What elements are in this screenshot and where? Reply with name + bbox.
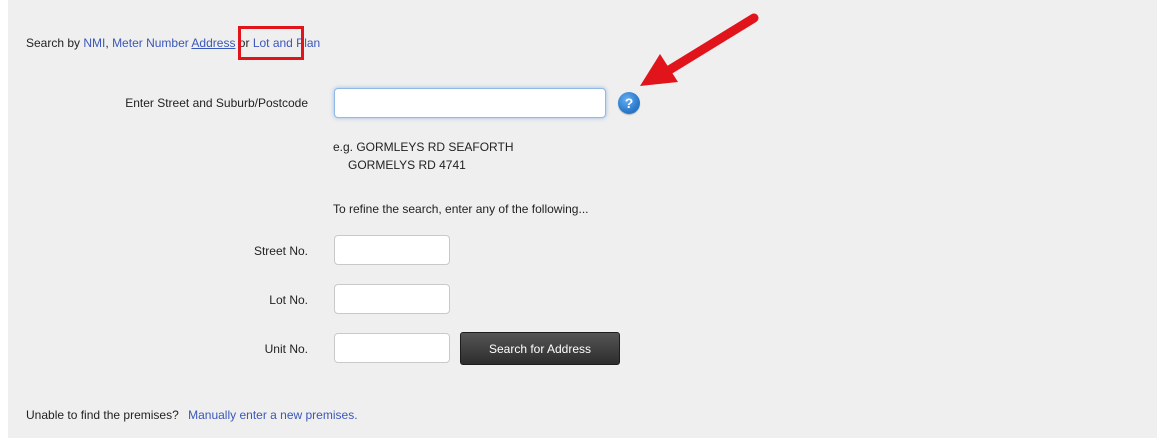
search-by-prefix: Search by <box>26 36 81 50</box>
annotation-arrow <box>640 13 759 86</box>
help-icon[interactable]: ? <box>618 92 640 114</box>
street-no-label: Street No. <box>253 244 308 258</box>
lot-no-label: Lot No. <box>269 293 308 307</box>
street-suburb-label: Enter Street and Suburb/Postcode <box>125 96 308 110</box>
example-text: e.g. GORMLEYS RD SEAFORTH GORMELYS RD 47… <box>333 138 514 174</box>
search-panel <box>8 0 1157 438</box>
search-by-meter-number-link[interactable]: Meter Number <box>112 36 189 50</box>
manually-enter-premises-link[interactable]: Manually enter a new premises. <box>188 408 357 422</box>
search-for-address-button[interactable]: Search for Address <box>460 332 620 365</box>
search-by-address-link[interactable]: Address <box>191 36 235 50</box>
example-line-2: GORMELYS RD 4741 <box>348 158 466 172</box>
refine-instructions: To refine the search, enter any of the f… <box>333 202 589 216</box>
unable-to-find-text: Unable to find the premises? <box>26 408 179 422</box>
annotation-highlight-box <box>238 26 304 60</box>
lot-no-input[interactable] <box>334 284 450 314</box>
unit-no-label: Unit No. <box>264 342 308 356</box>
search-by-nmi-link[interactable]: NMI <box>83 36 105 50</box>
example-line-1: e.g. GORMLEYS RD SEAFORTH <box>333 140 514 154</box>
street-suburb-input[interactable] <box>334 88 606 118</box>
street-no-input[interactable] <box>334 235 450 265</box>
footer-line: Unable to find the premises? Manually en… <box>26 408 358 422</box>
unit-no-input[interactable] <box>334 333 450 363</box>
